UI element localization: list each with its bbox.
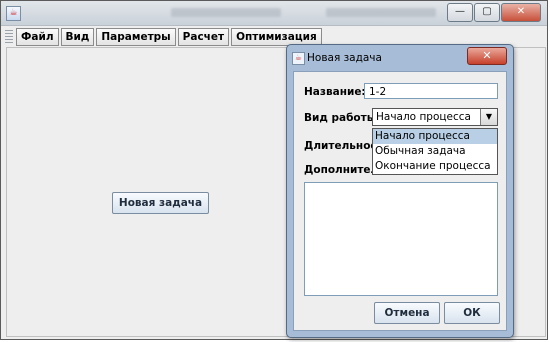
name-label: Название: [304, 86, 366, 98]
ok-button[interactable]: ОК [444, 302, 500, 324]
close-button[interactable]: ✕ [501, 3, 541, 22]
work-type-label: Вид работы: [304, 112, 381, 124]
name-field[interactable]: 1-2 [364, 83, 498, 99]
work-type-dropdown: Начало процесса Обычная задача Окончание… [372, 128, 498, 175]
extra-info-textarea[interactable] [304, 182, 498, 296]
new-task-dialog: ☕ Новая задача ✕ Название: 1-2 Вид работ… [286, 44, 514, 338]
dialog-body: Название: 1-2 Вид работы: Начало процесс… [293, 71, 507, 331]
dropdown-option[interactable]: Окончание процесса [373, 159, 497, 174]
dropdown-option[interactable]: Начало процесса [373, 129, 497, 144]
menu-parameters[interactable]: Параметры [96, 28, 176, 46]
dialog-close-button[interactable]: ✕ [467, 47, 507, 65]
menu-calculation[interactable]: Расчет [177, 28, 230, 46]
chevron-down-icon[interactable]: ▼ [480, 109, 497, 125]
java-icon: ☕ [292, 52, 305, 65]
toolbar-grip[interactable] [5, 30, 13, 44]
work-type-selected: Начало процесса [376, 111, 471, 123]
minimize-button[interactable]: — [447, 3, 473, 22]
window-controls: — ▢ ✕ [446, 3, 541, 22]
maximize-button[interactable]: ▢ [474, 3, 500, 22]
menu-bar: Файл Вид Параметры Расчет Оптимизация [5, 28, 324, 46]
title-bar: ☕ — ▢ ✕ [1, 1, 547, 26]
menu-file[interactable]: Файл [16, 28, 59, 46]
dropdown-option[interactable]: Обычная задача [373, 144, 497, 159]
blurred-title [326, 8, 436, 17]
blurred-title [171, 8, 281, 17]
dialog-title: Новая задача [307, 52, 382, 64]
new-task-button[interactable]: Новая задача [112, 192, 209, 214]
work-type-select[interactable]: Начало процесса ▼ [372, 108, 498, 126]
java-icon: ☕ [6, 6, 21, 21]
menu-view[interactable]: Вид [60, 28, 95, 46]
cancel-button[interactable]: Отмена [374, 302, 440, 324]
